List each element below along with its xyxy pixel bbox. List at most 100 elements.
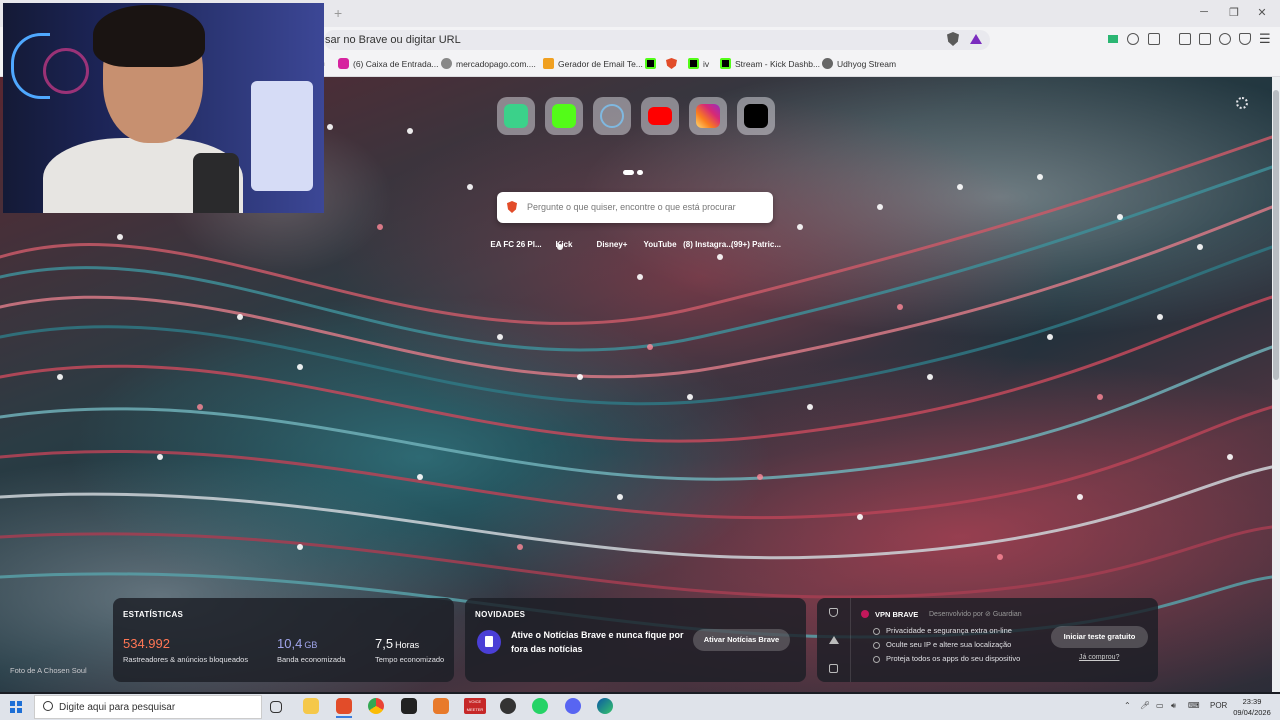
- file-explorer-icon[interactable]: [303, 698, 319, 714]
- edge-icon[interactable]: [597, 698, 613, 714]
- app-icon[interactable]: [401, 698, 417, 714]
- vpn-developer: Desenvolvido por ⊘ Guardian: [929, 611, 1022, 618]
- kick-icon: [720, 58, 731, 69]
- top-site-tile[interactable]: Disney+: [593, 97, 631, 249]
- vpn-feature: Privacidade e segurança extra on-line: [873, 626, 1012, 635]
- pencil-icon: [543, 58, 554, 69]
- top-site-tile[interactable]: (99+) Patric...: [731, 97, 781, 249]
- extension-icon[interactable]: [1108, 35, 1118, 43]
- address-bar-placeholder: sar no Brave ou digitar URL: [325, 34, 461, 46]
- brave-rewards-icon[interactable]: [970, 34, 982, 44]
- clock-date: 09/04/2026: [1233, 708, 1271, 717]
- webcam-overlay: [3, 3, 324, 213]
- time-value: 7,5: [375, 636, 394, 651]
- customize-gear-icon[interactable]: [1236, 97, 1248, 109]
- leo-ai-icon[interactable]: [1219, 33, 1231, 45]
- page-dot[interactable]: [623, 170, 634, 176]
- close-icon[interactable]: ✕: [1254, 6, 1270, 19]
- top-site-tile[interactable]: YouTube: [641, 97, 679, 249]
- vpn-card-icon[interactable]: [829, 664, 838, 673]
- restore-icon[interactable]: ❐: [1226, 6, 1242, 19]
- volume-icon[interactable]: 🔊︎: [1171, 701, 1176, 711]
- vpn-shield-icon[interactable]: [829, 608, 838, 617]
- windows-start-icon[interactable]: [10, 701, 22, 713]
- globe-icon: [441, 58, 452, 69]
- time-stat: 7,5 Horas: [375, 636, 419, 651]
- taskbar-clock[interactable]: 23:39 09/04/2026: [1230, 696, 1274, 718]
- page-dot[interactable]: [637, 170, 643, 176]
- time-label: Tempo economizado: [375, 655, 445, 664]
- brave-icon: [666, 58, 677, 69]
- news-icon: [477, 630, 501, 654]
- top-sites-pagination: [623, 164, 646, 182]
- vpn-shield-icon[interactable]: [1239, 33, 1251, 45]
- trackers-value: 534.992: [123, 636, 170, 651]
- brave-browser-icon[interactable]: [336, 698, 352, 714]
- whatsapp-icon[interactable]: [532, 698, 548, 714]
- network-icon[interactable]: ▭: [1156, 701, 1164, 710]
- bookmark-item[interactable]: Gerador de Email Te...: [543, 58, 643, 69]
- clock-time: 23:39: [1242, 697, 1262, 706]
- bandwidth-label: Banda economizada: [277, 655, 346, 664]
- taskbar-search-placeholder: Digite aqui para pesquisar: [59, 702, 176, 713]
- vpn-feature: Proteja todos os apps do seu dispositivo: [873, 654, 1020, 663]
- microphone-icon[interactable]: 🎤︎: [1140, 701, 1150, 710]
- globe-icon: [822, 58, 833, 69]
- enable-news-button[interactable]: Ativar Notícias Brave: [693, 629, 790, 651]
- youtube-icon: [648, 107, 672, 125]
- search-icon: [43, 701, 53, 711]
- bookmark-item[interactable]: iv: [688, 58, 709, 69]
- instagram-icon: [696, 104, 720, 128]
- top-site-tile[interactable]: (8) Instagra...: [683, 97, 733, 249]
- already-purchased-link[interactable]: Já comprou?: [1079, 654, 1119, 661]
- photo-credit[interactable]: Foto de A Chosen Soul: [10, 666, 87, 675]
- vpn-title: VPN BRAVE: [875, 610, 919, 619]
- keyboard-icon[interactable]: ⌨: [1188, 701, 1200, 710]
- news-promo-text: Ative o Notícias Brave e nunca fique por…: [511, 630, 684, 654]
- screenshot-icon[interactable]: [1148, 33, 1160, 45]
- bookmark-item[interactable]: mercadopago.com....: [441, 58, 536, 69]
- top-site-tile[interactable]: Kick: [545, 97, 583, 249]
- extensions-puzzle-icon[interactable]: [1127, 33, 1139, 45]
- task-view-icon[interactable]: [270, 701, 282, 713]
- ea-fc-icon: [504, 104, 528, 128]
- minimize-icon[interactable]: ─: [1196, 6, 1212, 18]
- vpn-triangle-icon[interactable]: [829, 636, 839, 644]
- stats-title: ESTATÍSTICAS: [123, 610, 184, 619]
- streamer-hair: [93, 5, 205, 67]
- chrome-icon[interactable]: [368, 698, 384, 714]
- background-monitor: [251, 81, 313, 191]
- active-indicator: [336, 716, 352, 718]
- vpn-logo-icon: [861, 610, 869, 618]
- ntp-search-box[interactable]: Pergunte o que quiser, encontre o que es…: [497, 192, 773, 223]
- taskbar-search[interactable]: Digite aqui para pesquisar: [34, 695, 262, 719]
- bookmark-item[interactable]: [666, 58, 681, 69]
- app-icon[interactable]: [433, 698, 449, 714]
- bookmark-item[interactable]: [645, 58, 660, 69]
- vpn-card: VPN BRAVE Desenvolvido por ⊘ Guardian Pr…: [817, 598, 1158, 682]
- brave-lion-icon: [507, 201, 517, 213]
- disney-plus-icon: [600, 104, 624, 128]
- start-trial-button[interactable]: Iniciar teste gratuito: [1051, 626, 1148, 648]
- bookmark-item[interactable]: (6) Caixa de Entrada...: [338, 58, 439, 69]
- scrollbar-thumb[interactable]: [1273, 90, 1279, 380]
- tiktok-icon: [744, 104, 768, 128]
- bookmark-item[interactable]: Udhyog Stream: [822, 58, 896, 69]
- search-placeholder: Pergunte o que quiser, encontre o que es…: [527, 202, 736, 212]
- wallet-icon[interactable]: [1199, 33, 1211, 45]
- check-icon: [873, 627, 880, 635]
- stats-card: ESTATÍSTICAS 534.992 Rastreadores & anún…: [113, 598, 454, 682]
- sidebar-icon[interactable]: [1179, 33, 1191, 45]
- obs-icon[interactable]: [500, 698, 516, 714]
- new-tab-button[interactable]: +: [334, 5, 342, 21]
- bookmark-item[interactable]: Stream - Kick Dashb...: [720, 58, 820, 69]
- menu-icon[interactable]: ☰: [1259, 31, 1271, 47]
- show-hidden-icons[interactable]: ⌃: [1124, 701, 1131, 710]
- top-site-tile[interactable]: EA FC 26 Pl...: [490, 97, 542, 249]
- kick-icon: [688, 58, 699, 69]
- voicemeeter-icon[interactable]: VOICE MEETER: [464, 698, 486, 714]
- language-indicator[interactable]: POR: [1210, 701, 1227, 710]
- time-unit: Horas: [395, 640, 420, 650]
- neon-light: [43, 48, 89, 94]
- discord-icon[interactable]: [565, 698, 581, 714]
